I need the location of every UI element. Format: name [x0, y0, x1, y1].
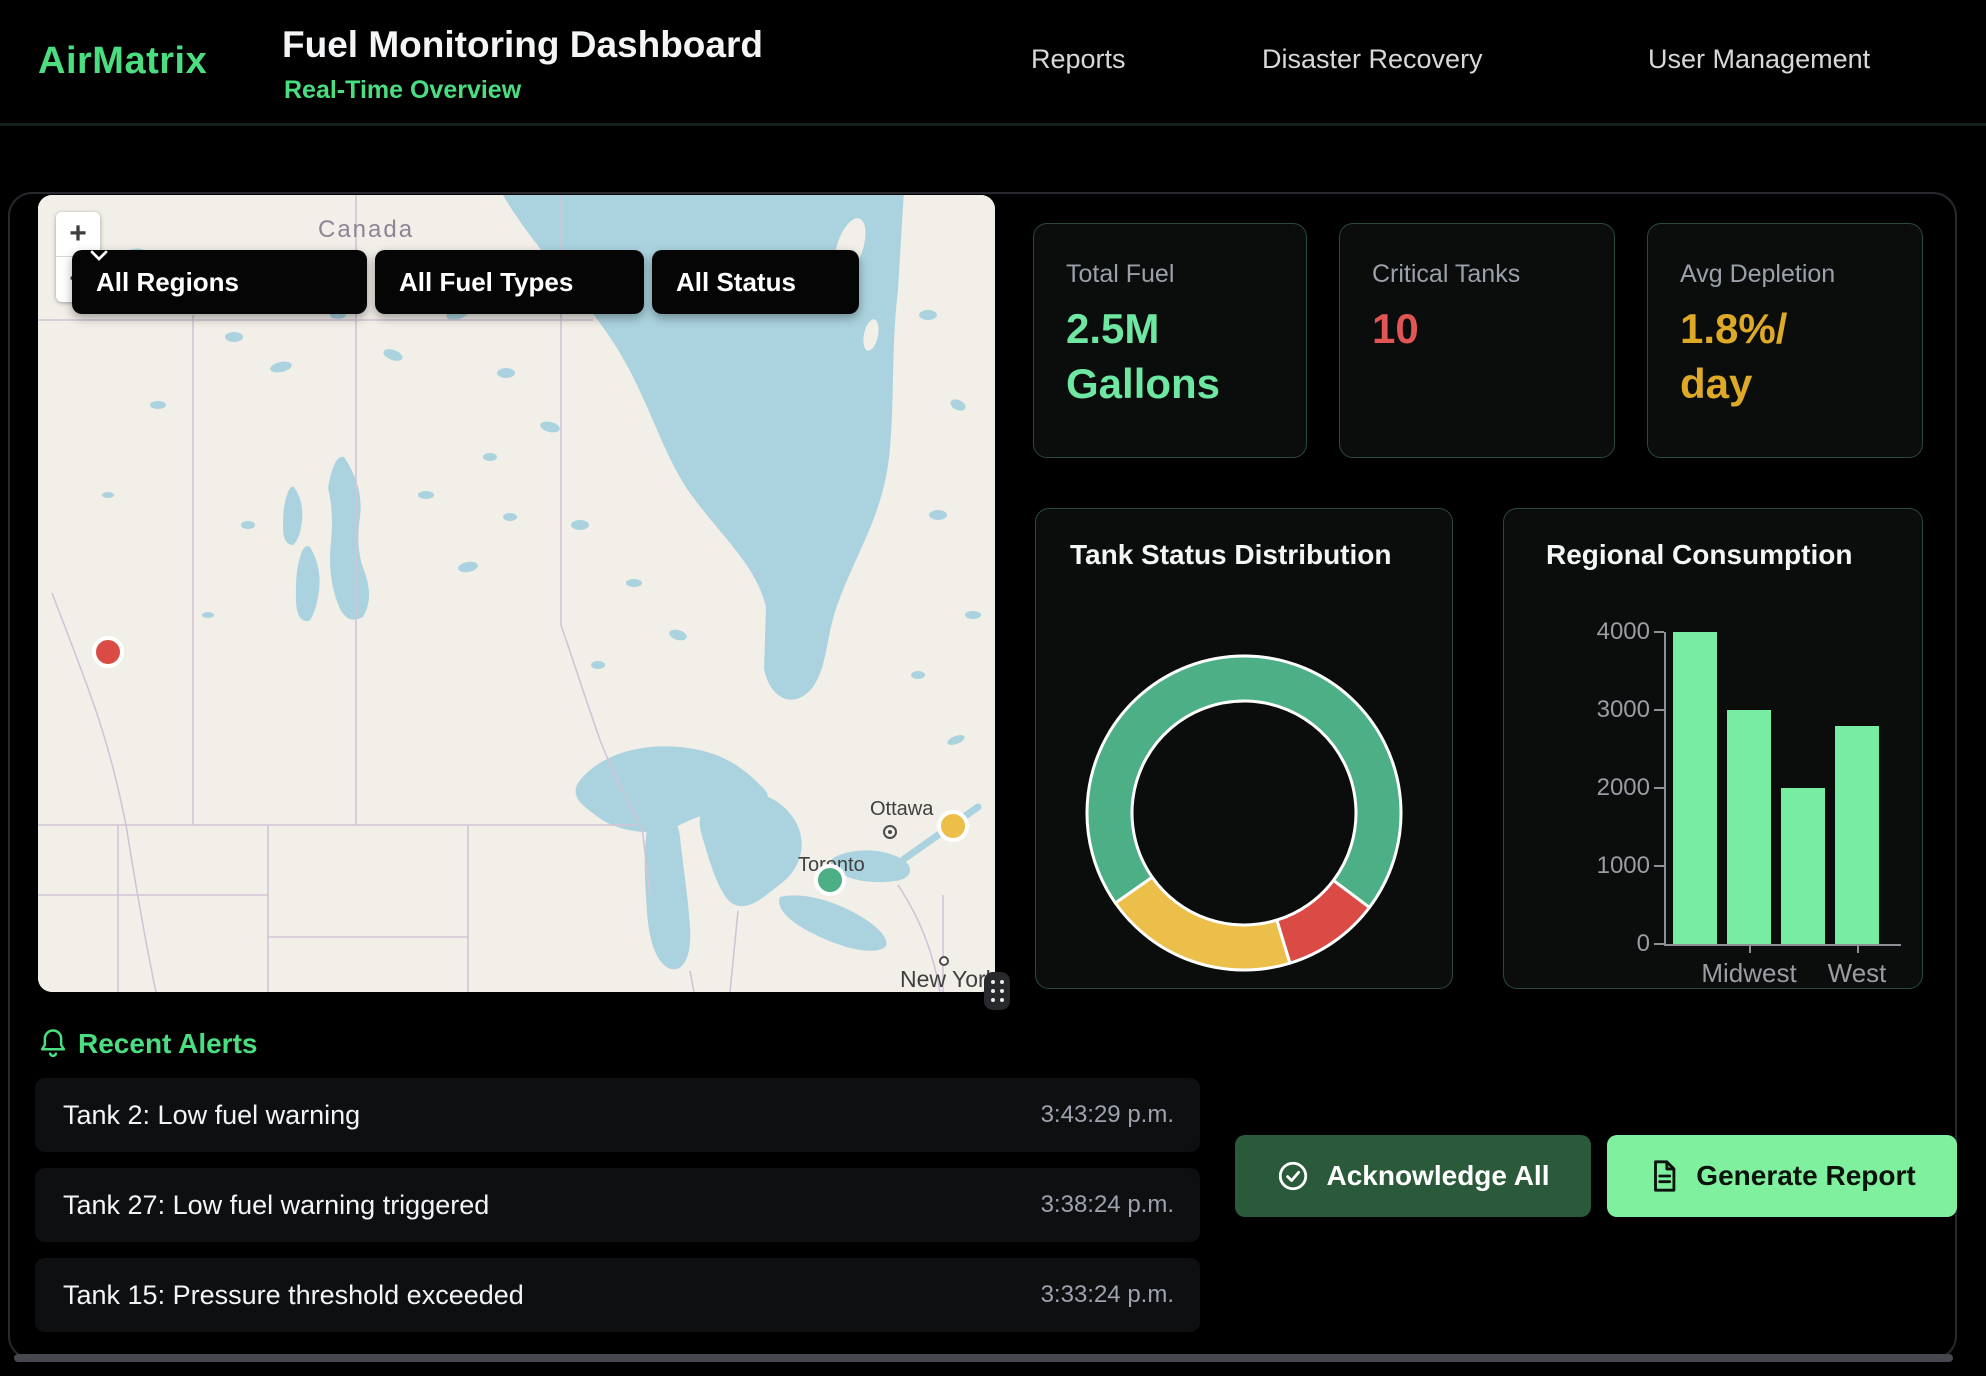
stat-value-line: day: [1680, 360, 1752, 407]
nav-disaster-recovery[interactable]: Disaster Recovery: [1262, 44, 1483, 75]
chart-title: Regional Consumption: [1546, 539, 1852, 571]
consumption-bar[interactable]: [1835, 726, 1879, 944]
x-tick-label: West: [1828, 958, 1887, 989]
tank-status-donut-chart[interactable]: [1036, 509, 1454, 990]
alert-text: Tank 15: Pressure threshold exceeded: [63, 1280, 524, 1311]
fuel-map[interactable]: Canada Ottawa Toronto New York + − All R…: [38, 195, 995, 992]
generate-report-label: Generate Report: [1696, 1160, 1915, 1192]
stat-value-line: Gallons: [1066, 360, 1220, 407]
region-filter-select[interactable]: All Regions: [72, 250, 367, 314]
stat-label: Critical Tanks: [1372, 260, 1520, 289]
y-tick-label: 3000: [1597, 696, 1650, 724]
bar-chart-y-axis-labels: 4000 3000 2000 1000 0: [1544, 618, 1650, 958]
acknowledge-all-button[interactable]: Acknowledge All: [1235, 1135, 1591, 1217]
consumption-bar[interactable]: [1673, 632, 1717, 944]
donut-segment-normal[interactable]: [1087, 656, 1401, 907]
region-filter-value: All Regions: [96, 267, 239, 298]
chevron-down-icon: [90, 250, 108, 261]
tank-marker-normal[interactable]: [814, 864, 846, 896]
generate-report-button[interactable]: Generate Report: [1607, 1135, 1957, 1217]
regional-consumption-card: Regional Consumption 4000 3000 2000 1000…: [1503, 508, 1923, 989]
fuel-type-filter-value: All Fuel Types: [399, 267, 573, 298]
alert-timestamp: 3:43:29 p.m.: [1041, 1101, 1174, 1129]
check-circle-icon: [1276, 1159, 1310, 1193]
alert-list-item: Tank 15: Pressure threshold exceeded 3:3…: [35, 1258, 1200, 1332]
status-filter-select[interactable]: All Status: [652, 250, 859, 314]
horizontal-scrollbar[interactable]: [14, 1354, 1953, 1362]
alerts-section-title: Recent Alerts: [78, 1028, 257, 1060]
app-logo: AirMatrix: [38, 40, 207, 83]
bell-icon: [38, 1026, 68, 1060]
stat-value-line: 2.5M: [1066, 305, 1159, 352]
stat-card-critical-tanks: Critical Tanks 10: [1339, 223, 1615, 458]
bars-layer: Midwest West: [1673, 632, 1879, 944]
alert-timestamp: 3:38:24 p.m.: [1041, 1191, 1174, 1219]
alert-list-item: Tank 27: Low fuel warning triggered 3:38…: [35, 1168, 1200, 1242]
page-title: Fuel Monitoring Dashboard: [282, 24, 763, 66]
bar-slot: [1673, 632, 1717, 944]
nav-reports[interactable]: Reports: [1031, 44, 1126, 75]
bar-slot: Midwest: [1727, 632, 1771, 944]
acknowledge-all-label: Acknowledge All: [1326, 1160, 1549, 1192]
status-filter-value: All Status: [676, 267, 796, 298]
map-filterbar: All Regions All Fuel Types All Status: [72, 250, 859, 314]
tank-status-card: Tank Status Distribution: [1035, 508, 1453, 989]
y-tick-label: 0: [1637, 930, 1650, 958]
regional-consumption-bar-chart[interactable]: Midwest West: [1664, 632, 1901, 946]
stat-value-line: 1.8%/: [1680, 305, 1787, 352]
stat-label: Avg Depletion: [1680, 260, 1835, 289]
nav-user-management[interactable]: User Management: [1648, 44, 1870, 75]
map-resize-handle[interactable]: [984, 972, 1010, 1010]
consumption-bar[interactable]: [1727, 710, 1771, 944]
y-tick-label: 1000: [1597, 852, 1650, 880]
alert-timestamp: 3:33:24 p.m.: [1041, 1281, 1174, 1309]
page-subtitle: Real-Time Overview: [284, 76, 521, 105]
app-header: AirMatrix Fuel Monitoring Dashboard Real…: [0, 0, 1986, 126]
consumption-bar[interactable]: [1781, 788, 1825, 944]
alert-text: Tank 27: Low fuel warning triggered: [63, 1190, 489, 1221]
donut-segment-warning[interactable]: [1115, 877, 1290, 970]
y-tick-label: 4000: [1597, 618, 1650, 646]
tank-marker-critical[interactable]: [92, 636, 124, 668]
alert-list-item: Tank 2: Low fuel warning 3:43:29 p.m.: [35, 1078, 1200, 1152]
stat-label: Total Fuel: [1066, 260, 1174, 289]
alert-text: Tank 2: Low fuel warning: [63, 1100, 360, 1131]
stat-card-total-fuel: Total Fuel 2.5M Gallons: [1033, 223, 1307, 458]
stat-card-avg-depletion: Avg Depletion 1.8%/ day: [1647, 223, 1923, 458]
stat-value-line: 10: [1372, 305, 1419, 352]
report-file-icon: [1648, 1159, 1680, 1193]
y-tick-label: 2000: [1597, 774, 1650, 802]
bar-slot: [1781, 632, 1825, 944]
fuel-type-filter-select[interactable]: All Fuel Types: [375, 250, 644, 314]
tank-marker-warning[interactable]: [937, 810, 969, 842]
x-tick-label: Midwest: [1701, 958, 1796, 989]
map-markers-layer: [38, 195, 995, 992]
bar-slot: West: [1835, 632, 1879, 944]
